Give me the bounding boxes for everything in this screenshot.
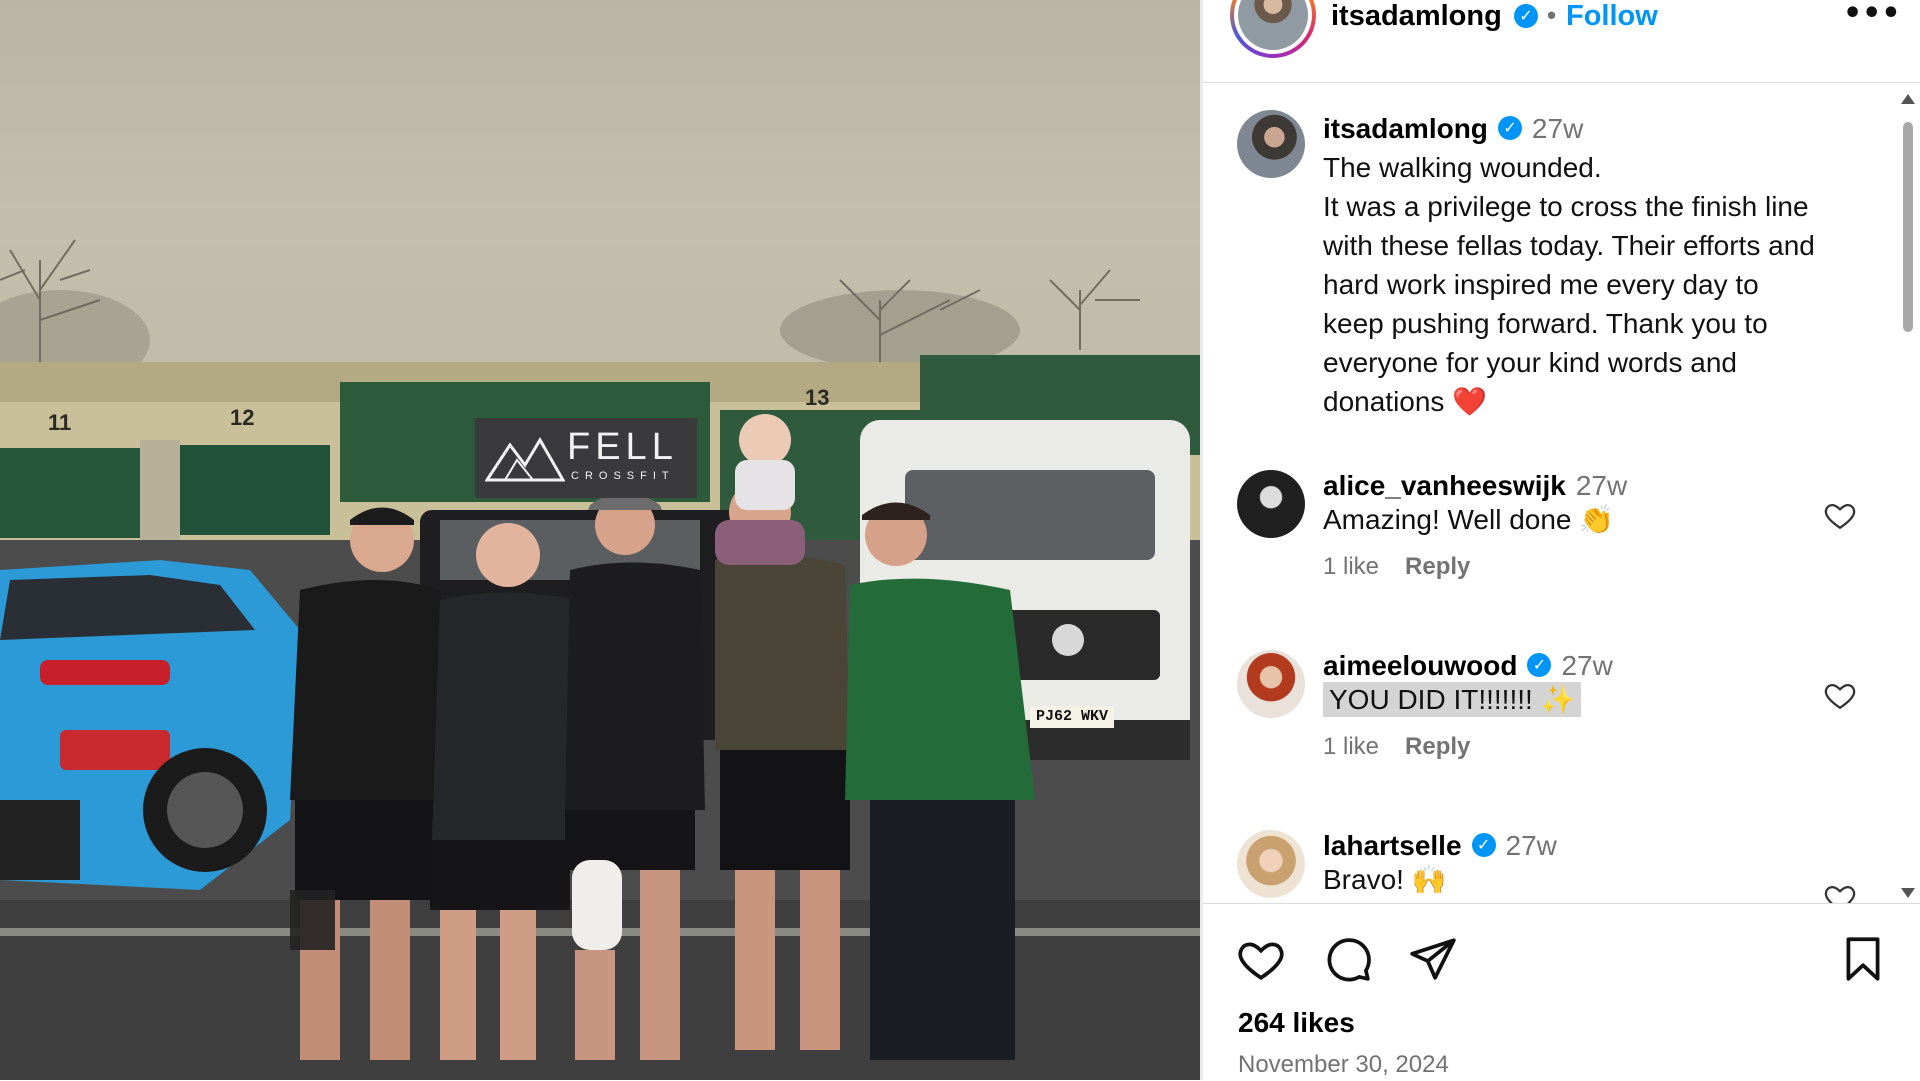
avatar[interactable]: [1237, 470, 1305, 538]
selected-text-highlight: YOU DID IT!!!!!!! ✨: [1323, 682, 1582, 717]
comment-username-line: alice_vanheeswijk 27w: [1323, 470, 1627, 502]
avatar[interactable]: [1237, 650, 1305, 718]
comments-scrollbar[interactable]: [1896, 90, 1920, 902]
verified-badge-icon: ✓: [1514, 4, 1538, 28]
post-photo: 11 12 13 FELL CROSSFIT PJ62 WKV: [0, 0, 1200, 1080]
comment-like-count[interactable]: 1 like: [1323, 733, 1379, 760]
comment-username[interactable]: aimeelouwood: [1323, 650, 1517, 681]
license-plate: PJ62 WKV: [1030, 706, 1114, 728]
scroll-down-arrow-icon[interactable]: [1901, 888, 1915, 898]
avatar[interactable]: [1237, 830, 1305, 898]
comment-text: Bravo! 🙌: [1323, 864, 1447, 895]
caption-username-line: itsadamlong ✓ 27w: [1323, 113, 1583, 145]
header-username[interactable]: itsadamlong: [1331, 0, 1502, 33]
separator-dot: •: [1547, 0, 1557, 30]
avatar[interactable]: [1237, 110, 1305, 178]
story-avatar[interactable]: [1230, 0, 1316, 58]
building-number: 12: [230, 405, 255, 430]
caption-username[interactable]: itsadamlong: [1323, 113, 1488, 144]
like-comment-heart-icon[interactable]: [1823, 498, 1857, 532]
verified-badge-icon: ✓: [1527, 652, 1552, 677]
post-actions-footer: 264 likes November 30, 2024: [1203, 903, 1920, 1081]
comment-meta: 1 like Reply: [1323, 733, 1496, 761]
caption-time[interactable]: 27w: [1532, 113, 1583, 144]
caption-text: The walking wounded. It was a privilege …: [1323, 152, 1815, 417]
comment-bubble-icon[interactable]: [1323, 934, 1373, 984]
verified-badge-icon: ✓: [1497, 115, 1522, 140]
comment-username-line: aimeelouwood ✓ 27w: [1323, 650, 1613, 682]
comment-username[interactable]: alice_vanheeswijk: [1323, 470, 1566, 501]
share-send-icon[interactable]: [1408, 934, 1458, 984]
comment-time[interactable]: 27w: [1561, 650, 1612, 681]
building-number: 13: [805, 385, 830, 410]
likes-count[interactable]: 264 likes: [1238, 1007, 1355, 1039]
like-heart-icon[interactable]: [1236, 934, 1286, 984]
photo-scene: [0, 239, 1200, 1080]
comment-text: YOU DID IT!!!!!!! ✨: [1323, 680, 1582, 719]
reply-button[interactable]: Reply: [1405, 733, 1470, 760]
comment-time[interactable]: 27w: [1506, 830, 1557, 861]
scroll-up-arrow-icon[interactable]: [1901, 94, 1915, 104]
sign-subtext: CROSSFIT: [571, 470, 675, 482]
verified-badge-icon: ✓: [1471, 832, 1496, 857]
caption-row: itsadamlong ✓ 27w The walking wounded. It …: [1203, 105, 1893, 417]
comment-meta: 1 like Reply: [1323, 553, 1496, 581]
reply-button[interactable]: Reply: [1405, 553, 1470, 580]
comment-item: alice_vanheeswijk 27w Amazing! Well done …: [1203, 468, 1893, 608]
comment-like-count[interactable]: 1 like: [1323, 553, 1379, 580]
follow-button[interactable]: Follow: [1566, 0, 1658, 33]
post-date[interactable]: November 30, 2024: [1238, 1051, 1449, 1079]
scrollbar-thumb[interactable]: [1903, 122, 1913, 332]
comment-text: Amazing! Well done 👏: [1323, 504, 1615, 535]
building-number: 11: [48, 410, 72, 435]
more-options-icon[interactable]: •••: [1843, 0, 1901, 31]
comment-item: aimeelouwood ✓ 27w YOU DID IT!!!!!!! ✨ 1 l…: [1203, 648, 1893, 788]
post-panel: itsadamlong ✓ • Follow ••• itsadamlong ✓ 2…: [1203, 0, 1920, 1080]
comment-item: lahartselle ✓ 27w Bravo! 🙌: [1203, 828, 1893, 903]
comment-username[interactable]: lahartselle: [1323, 830, 1462, 861]
comment-username-line: lahartselle ✓ 27w: [1323, 830, 1557, 862]
comments-feed[interactable]: itsadamlong ✓ 27w The walking wounded. It …: [1203, 83, 1893, 903]
gym-sign: FELL CROSSFIT: [475, 418, 697, 498]
sign-word: FELL: [567, 426, 678, 468]
like-comment-heart-icon[interactable]: [1823, 880, 1857, 903]
post-header: itsadamlong ✓ • Follow •••: [1203, 0, 1920, 83]
like-comment-heart-icon[interactable]: [1823, 678, 1857, 712]
comment-time[interactable]: 27w: [1576, 470, 1627, 501]
save-bookmark-icon[interactable]: [1838, 934, 1888, 984]
mountain-logo-icon: [485, 437, 565, 482]
